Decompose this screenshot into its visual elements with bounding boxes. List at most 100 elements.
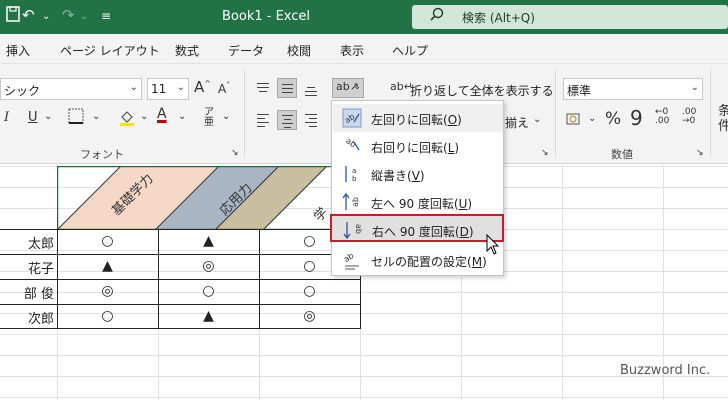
svg-text:b: b — [352, 175, 357, 183]
row-name-cell[interactable]: 部 俊 — [0, 283, 56, 302]
merge-center-button[interactable]: 揃え — [505, 114, 529, 131]
menu-item-angle-clockwise[interactable]: ab 右回りに回転(L) — [333, 132, 503, 160]
menu-item-vertical-text[interactable]: ab 縦書き(V) — [333, 160, 503, 188]
customize-quick-access-icon[interactable]: ≡ — [101, 9, 111, 23]
align-left-icon[interactable] — [253, 110, 273, 130]
mark-cell[interactable]: ◎ — [259, 308, 360, 324]
orientation-button[interactable]: ab↗ ⌄ — [332, 78, 364, 98]
number-format-value: 標準 — [567, 84, 592, 98]
save-icon[interactable] — [6, 6, 20, 26]
tab-help[interactable]: ヘルプ — [392, 42, 428, 59]
align-top-icon[interactable] — [253, 78, 273, 98]
window-title: Book1 - Excel — [222, 9, 311, 24]
chevron-down-icon[interactable]: ⌄ — [92, 111, 100, 122]
accounting-format-icon[interactable] — [566, 111, 584, 131]
dialog-launcher-icon[interactable]: ↘ — [541, 148, 549, 158]
mark-cell[interactable]: ◎ — [57, 283, 158, 299]
mark-cell[interactable]: ▲ — [158, 233, 259, 249]
tab-formulas[interactable]: 数式 — [175, 42, 199, 59]
font-name-value: シック — [4, 84, 41, 98]
wrap-text-button[interactable]: 折り返して全体を表示する — [410, 82, 554, 99]
align-bottom-icon[interactable] — [301, 78, 321, 98]
font-color-icon[interactable]: A — [157, 106, 167, 122]
chevron-down-icon: ⌄ — [690, 82, 699, 93]
menu-item-label: 右回りに回転(L) — [371, 141, 460, 155]
dialog-launcher-icon[interactable]: ↘ — [696, 148, 704, 158]
group-separator — [555, 70, 556, 156]
menu-item-label: 右へ 90 度回転(D) — [372, 225, 474, 239]
svg-text:a: a — [352, 167, 356, 175]
chevron-down-icon[interactable]: ⌄ — [222, 111, 230, 122]
mark-cell[interactable]: ○ — [57, 308, 158, 324]
mark-cell[interactable]: ○ — [158, 283, 259, 299]
chevron-down-icon[interactable]: ⌄ — [533, 114, 541, 125]
border-icon[interactable] — [68, 108, 84, 128]
table-divider — [0, 304, 361, 305]
vertical-text-icon: ab — [342, 164, 362, 184]
chevron-down-icon[interactable]: ⌄ — [588, 113, 596, 124]
svg-text:ab: ab — [344, 136, 357, 149]
rotate-down-icon: ab — [343, 220, 363, 240]
angle-counterclockwise-icon: ab — [342, 108, 362, 128]
mark-cell[interactable]: ◎ — [158, 258, 259, 274]
tab-insert[interactable]: 挿入 — [6, 42, 30, 59]
tab-page-layout[interactable]: ページ レイアウト — [60, 42, 160, 59]
dialog-launcher-icon[interactable]: ↘ — [231, 148, 239, 158]
conditional-format-icon[interactable]: 条件 — [718, 104, 728, 134]
align-middle-icon[interactable] — [277, 78, 297, 98]
align-right-icon[interactable] — [301, 110, 321, 130]
increase-decimal-icon[interactable]: ←0.00 — [655, 108, 669, 126]
angle-clockwise-icon: ab — [342, 136, 362, 156]
number-group-label: 数値 — [611, 148, 633, 161]
svg-text:ab: ab — [354, 224, 363, 234]
italic-icon[interactable]: I — [4, 110, 9, 125]
undo-dropdown-icon[interactable]: ⌄ — [42, 11, 50, 22]
phonetic-guide-icon[interactable]: ア亜 — [204, 108, 214, 128]
tab-data[interactable]: データ — [228, 42, 264, 59]
increase-font-size-icon[interactable]: A^ — [194, 78, 211, 96]
tab-view[interactable]: 表示 — [340, 42, 364, 59]
row-name-cell[interactable]: 花子 — [0, 258, 56, 277]
mark-cell[interactable]: ○ — [259, 283, 360, 299]
align-center-icon[interactable] — [277, 110, 297, 130]
orientation-menu: ab 左回りに回転(O) ab 右回りに回転(L) ab 縦書き(V) ab 左… — [330, 100, 504, 276]
row-name-cell[interactable]: 太郎 — [0, 233, 56, 252]
undo-icon[interactable]: ↶ — [22, 6, 35, 24]
percent-style-icon[interactable]: % — [605, 109, 621, 129]
font-group-label: フォント — [80, 148, 124, 161]
chevron-down-icon: ⌄ — [129, 82, 138, 93]
number-format-select[interactable]: 標準 ⌄ — [563, 78, 703, 100]
comma-style-icon[interactable]: 9 — [630, 106, 643, 130]
search-placeholder: 検索 (Alt+Q) — [462, 11, 535, 25]
menu-item-label: セルの配置の設定(M) — [371, 255, 487, 269]
ribbon-tabs: 挿入 ページ レイアウト 数式 データ 校閲 表示 ヘルプ — [0, 34, 728, 64]
redo-dropdown-icon: ⌄ — [80, 11, 89, 22]
chevron-down-icon[interactable]: ⌄ — [178, 111, 186, 122]
menu-item-angle-counterclockwise[interactable]: ab 左回りに回転(O) — [333, 104, 503, 132]
redo-icon: ↷ — [62, 6, 75, 24]
header-row: 基礎学力 応用力 学 — [57, 166, 360, 230]
font-name-select[interactable]: シック ⌄ — [0, 78, 142, 100]
search-box[interactable]: 検索 (Alt+Q) — [412, 5, 728, 29]
underline-icon[interactable]: U — [28, 110, 38, 125]
chevron-down-icon: ⌄ — [176, 82, 185, 93]
watermark: Buzzword Inc. — [620, 363, 711, 378]
search-icon — [430, 7, 444, 21]
tab-review[interactable]: 校閲 — [287, 42, 311, 59]
format-alignment-icon: ab — [342, 250, 362, 270]
font-size-value: 11 — [151, 82, 167, 96]
menu-item-format-cell-alignment[interactable]: ab セルの配置の設定(M) — [333, 246, 503, 274]
menu-item-rotate-up[interactable]: ab 左へ 90 度回転(U) — [333, 188, 503, 216]
header-cell-third: 学 — [311, 204, 332, 225]
chevron-down-icon[interactable]: ⌄ — [44, 111, 52, 122]
mark-cell[interactable]: ○ — [57, 233, 158, 249]
row-name-cell[interactable]: 次郎 — [0, 308, 56, 327]
mark-cell[interactable]: ▲ — [158, 308, 259, 324]
font-size-select[interactable]: 11 ⌄ — [147, 78, 189, 100]
fill-color-icon[interactable] — [118, 108, 136, 130]
decrease-decimal-icon[interactable]: .00 →0 — [682, 108, 696, 126]
menu-item-rotate-down[interactable]: ab 右へ 90 度回転(D) — [330, 214, 504, 242]
chevron-down-icon[interactable]: ⌄ — [140, 111, 148, 122]
decrease-font-size-icon[interactable]: A˅ — [218, 81, 230, 96]
mark-cell[interactable]: ▲ — [57, 258, 158, 274]
